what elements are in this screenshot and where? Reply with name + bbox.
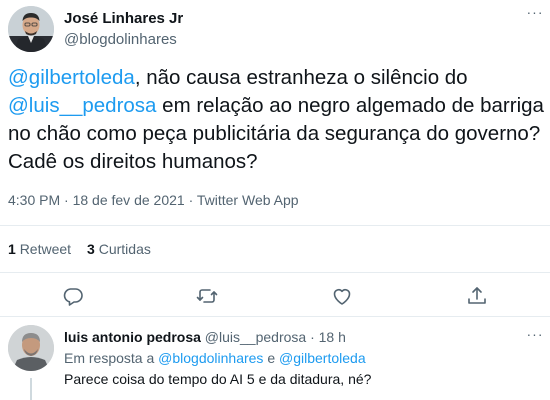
author-name[interactable]: José Linhares Jr xyxy=(64,10,183,27)
reply-time[interactable]: · 18 h xyxy=(310,329,346,345)
reply-avatar-image xyxy=(8,325,54,371)
tweet-stats: 1 Retweet 3 Curtidas xyxy=(8,241,167,257)
reply-header: luis antonio pedrosa @luis__pedrosa · 18… xyxy=(64,329,346,345)
more-options-icon[interactable]: ··· xyxy=(524,4,546,22)
reply-icon[interactable] xyxy=(61,284,85,308)
mention-link[interactable]: @gilbertoleda xyxy=(8,66,135,89)
retweets-stat[interactable]: 1 Retweet xyxy=(8,241,71,257)
tweet-text: @gilbertoleda, não causa estranheza o si… xyxy=(8,64,548,176)
reply-author-name[interactable]: luis antonio pedrosa xyxy=(64,329,201,345)
thread-line xyxy=(30,378,32,400)
like-icon[interactable] xyxy=(330,284,354,308)
replying-to-prefix: Em resposta a xyxy=(64,350,159,366)
divider xyxy=(0,272,550,273)
retweets-count: 1 xyxy=(8,241,16,257)
reply-author-handle[interactable]: @luis__pedrosa xyxy=(205,329,306,345)
retweet-icon[interactable] xyxy=(195,284,219,308)
divider xyxy=(0,316,550,317)
likes-label: Curtidas xyxy=(98,241,151,257)
mention-link[interactable]: @blogdolinhares xyxy=(158,350,263,366)
replying-to: Em resposta a @blogdolinhares e @gilbert… xyxy=(64,350,366,366)
tweet-text-segment: , não causa estranheza o silêncio do xyxy=(134,66,468,89)
mention-link[interactable]: @gilbertoleda xyxy=(279,350,366,366)
retweets-label: Retweet xyxy=(19,241,72,257)
reply-author-avatar[interactable] xyxy=(8,325,54,371)
likes-count: 3 xyxy=(87,241,95,257)
reply-text: Parece coisa do tempo do AI 5 e da ditad… xyxy=(64,371,372,387)
tweet-timestamp[interactable]: 4:30 PM · 18 de fev de 2021 · Twitter We… xyxy=(8,192,299,208)
author-avatar-image xyxy=(8,6,54,52)
author-avatar[interactable] xyxy=(8,6,54,52)
replying-to-and: e xyxy=(263,350,280,366)
author-handle[interactable]: @blogdolinhares xyxy=(64,31,177,48)
likes-stat[interactable]: 3 Curtidas xyxy=(87,241,151,257)
share-icon[interactable] xyxy=(465,284,489,308)
mention-link[interactable]: @luis__pedrosa xyxy=(8,94,156,117)
reply-more-options-icon[interactable]: ··· xyxy=(524,326,546,344)
tweet-page: José Linhares Jr @blogdolinhares ··· @gi… xyxy=(0,0,550,400)
divider xyxy=(0,225,550,226)
